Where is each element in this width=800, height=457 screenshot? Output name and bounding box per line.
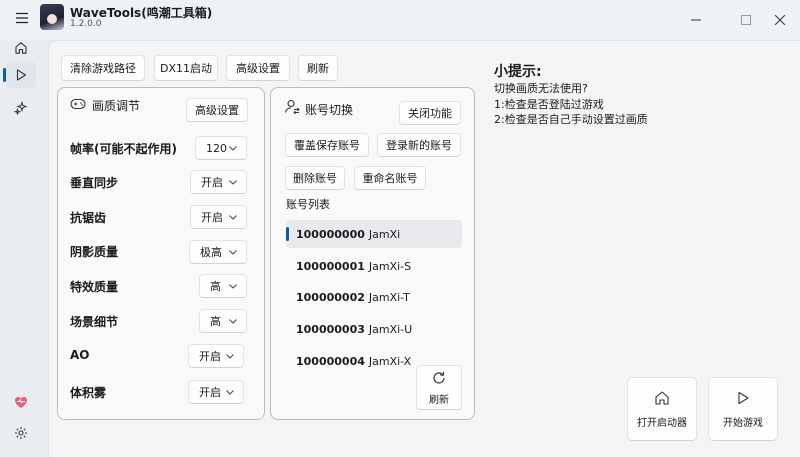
graphics-advanced-button[interactable]: 高级设置	[186, 98, 248, 122]
start-game-label: 开始游戏	[723, 417, 763, 429]
chevron-down-icon	[229, 180, 237, 185]
support-nav-button[interactable]	[6, 389, 36, 415]
scene-detail-label: 场景细节	[70, 315, 119, 329]
refresh-accounts-label: 刷新	[429, 394, 449, 406]
advanced-settings-button[interactable]: 高级设置	[226, 55, 290, 81]
antialias-select[interactable]: 开启	[190, 205, 247, 229]
chevron-down-icon	[229, 146, 237, 151]
account-name: JamXi	[368, 227, 401, 241]
login-new-account-button[interactable]: 登录新的账号	[377, 133, 461, 157]
scene-detail-select[interactable]: 高	[199, 309, 247, 333]
ao-value: 开启	[199, 350, 221, 363]
scene-detail-value: 高	[210, 315, 221, 328]
open-launcher-label: 打开启动器	[637, 417, 687, 429]
account-id: 100000001	[296, 259, 365, 273]
vsync-value: 开启	[201, 176, 223, 189]
account-list-item[interactable]: 100000000 JamXi	[286, 220, 462, 248]
home-nav-button[interactable]	[6, 35, 36, 61]
ao-label: AO	[70, 348, 90, 362]
home-icon	[655, 390, 669, 405]
account-id: 100000003	[296, 322, 365, 336]
tips-line: 2:检查是否自己手动设置过画质	[494, 113, 648, 126]
refresh-icon	[433, 371, 445, 384]
chevron-down-icon	[229, 284, 237, 289]
tips-line: 切换画质无法使用?	[494, 82, 588, 95]
chevron-down-icon	[229, 215, 237, 220]
account-list-item[interactable]: 100000003 JamXi-U	[286, 315, 462, 343]
ao-select[interactable]: 开启	[188, 344, 244, 368]
account-name: JamXi-U	[368, 322, 413, 336]
home-icon	[15, 42, 27, 54]
maximize-button[interactable]	[732, 8, 760, 32]
graphics-panel-title: 画质调节	[92, 99, 141, 113]
refresh-button[interactable]: 刷新	[298, 55, 338, 81]
play-icon	[16, 69, 27, 81]
fps-select[interactable]: 120	[195, 136, 247, 160]
account-list-item[interactable]: 100000001 JamXi-S	[286, 252, 462, 280]
tips-line: 1:检查是否登陆过游戏	[494, 98, 604, 111]
account-panel-title: 账号切换	[305, 103, 354, 117]
close-button[interactable]	[766, 8, 794, 32]
tips-title: 小提示:	[494, 64, 542, 80]
antialias-value: 开启	[201, 211, 223, 224]
app-version: 1.2.0.0	[70, 19, 102, 29]
refresh-accounts-button[interactable]: 刷新	[416, 365, 462, 410]
account-list-title: 账号列表	[286, 198, 330, 211]
effects-quality-value: 高	[210, 280, 221, 293]
start-game-button[interactable]: 开始游戏	[708, 377, 778, 441]
volumetric-fog-value: 开启	[199, 386, 221, 399]
settings-nav-button[interactable]	[6, 420, 36, 446]
chevron-down-icon	[229, 250, 237, 255]
dx11-launch-button[interactable]: DX11启动	[154, 55, 218, 81]
title-bar: WaveTools(鸣潮工具箱) 1.2.0.0	[0, 0, 800, 40]
volumetric-fog-label: 体积雾	[70, 386, 107, 400]
fps-label: 帧率(可能不起作用)	[70, 142, 177, 156]
account-id: 100000000	[296, 227, 365, 241]
menu-icon[interactable]	[10, 6, 34, 30]
app-logo	[40, 4, 64, 30]
rename-account-button[interactable]: 重命名账号	[354, 166, 426, 190]
gear-icon	[15, 427, 27, 439]
effects-quality-label: 特效质量	[70, 280, 119, 294]
chevron-down-icon	[229, 319, 237, 324]
overwrite-save-account-button[interactable]: 覆盖保存账号	[285, 133, 369, 157]
play-icon	[738, 391, 749, 404]
chevron-down-icon	[226, 354, 234, 359]
sparkle-icon	[14, 101, 28, 115]
volumetric-fog-select[interactable]: 开启	[188, 380, 244, 404]
launch-nav-button[interactable]	[3, 62, 36, 88]
account-id: 100000002	[296, 290, 365, 304]
account-name: JamXi-X	[368, 354, 412, 368]
clear-game-path-button[interactable]: 清除游戏路径	[61, 55, 145, 81]
antialias-label: 抗锯齿	[70, 211, 107, 225]
close-feature-button[interactable]: 关闭功能	[399, 101, 461, 125]
open-launcher-button[interactable]: 打开启动器	[627, 377, 697, 441]
vsync-select[interactable]: 开启	[190, 170, 247, 194]
heart-icon	[15, 396, 27, 408]
sidebar	[0, 40, 48, 457]
gamepad-icon	[70, 98, 86, 110]
fps-value: 120	[206, 141, 227, 155]
account-list-item[interactable]: 100000002 JamXi-T	[286, 283, 462, 311]
vsync-label: 垂直同步	[70, 176, 119, 190]
account-name: JamXi-T	[368, 290, 410, 304]
chevron-down-icon	[226, 390, 234, 395]
account-id: 100000004	[296, 354, 365, 368]
minimize-button[interactable]	[682, 8, 710, 32]
shadow-quality-select[interactable]: 极高	[189, 240, 247, 264]
tools-nav-button[interactable]	[6, 95, 36, 121]
person-switch-icon	[284, 99, 300, 114]
effects-quality-select[interactable]: 高	[199, 274, 247, 298]
shadow-quality-value: 极高	[200, 246, 222, 259]
shadow-quality-label: 阴影质量	[70, 245, 119, 259]
account-name: JamXi-S	[368, 259, 412, 273]
delete-account-button[interactable]: 删除账号	[285, 166, 345, 190]
